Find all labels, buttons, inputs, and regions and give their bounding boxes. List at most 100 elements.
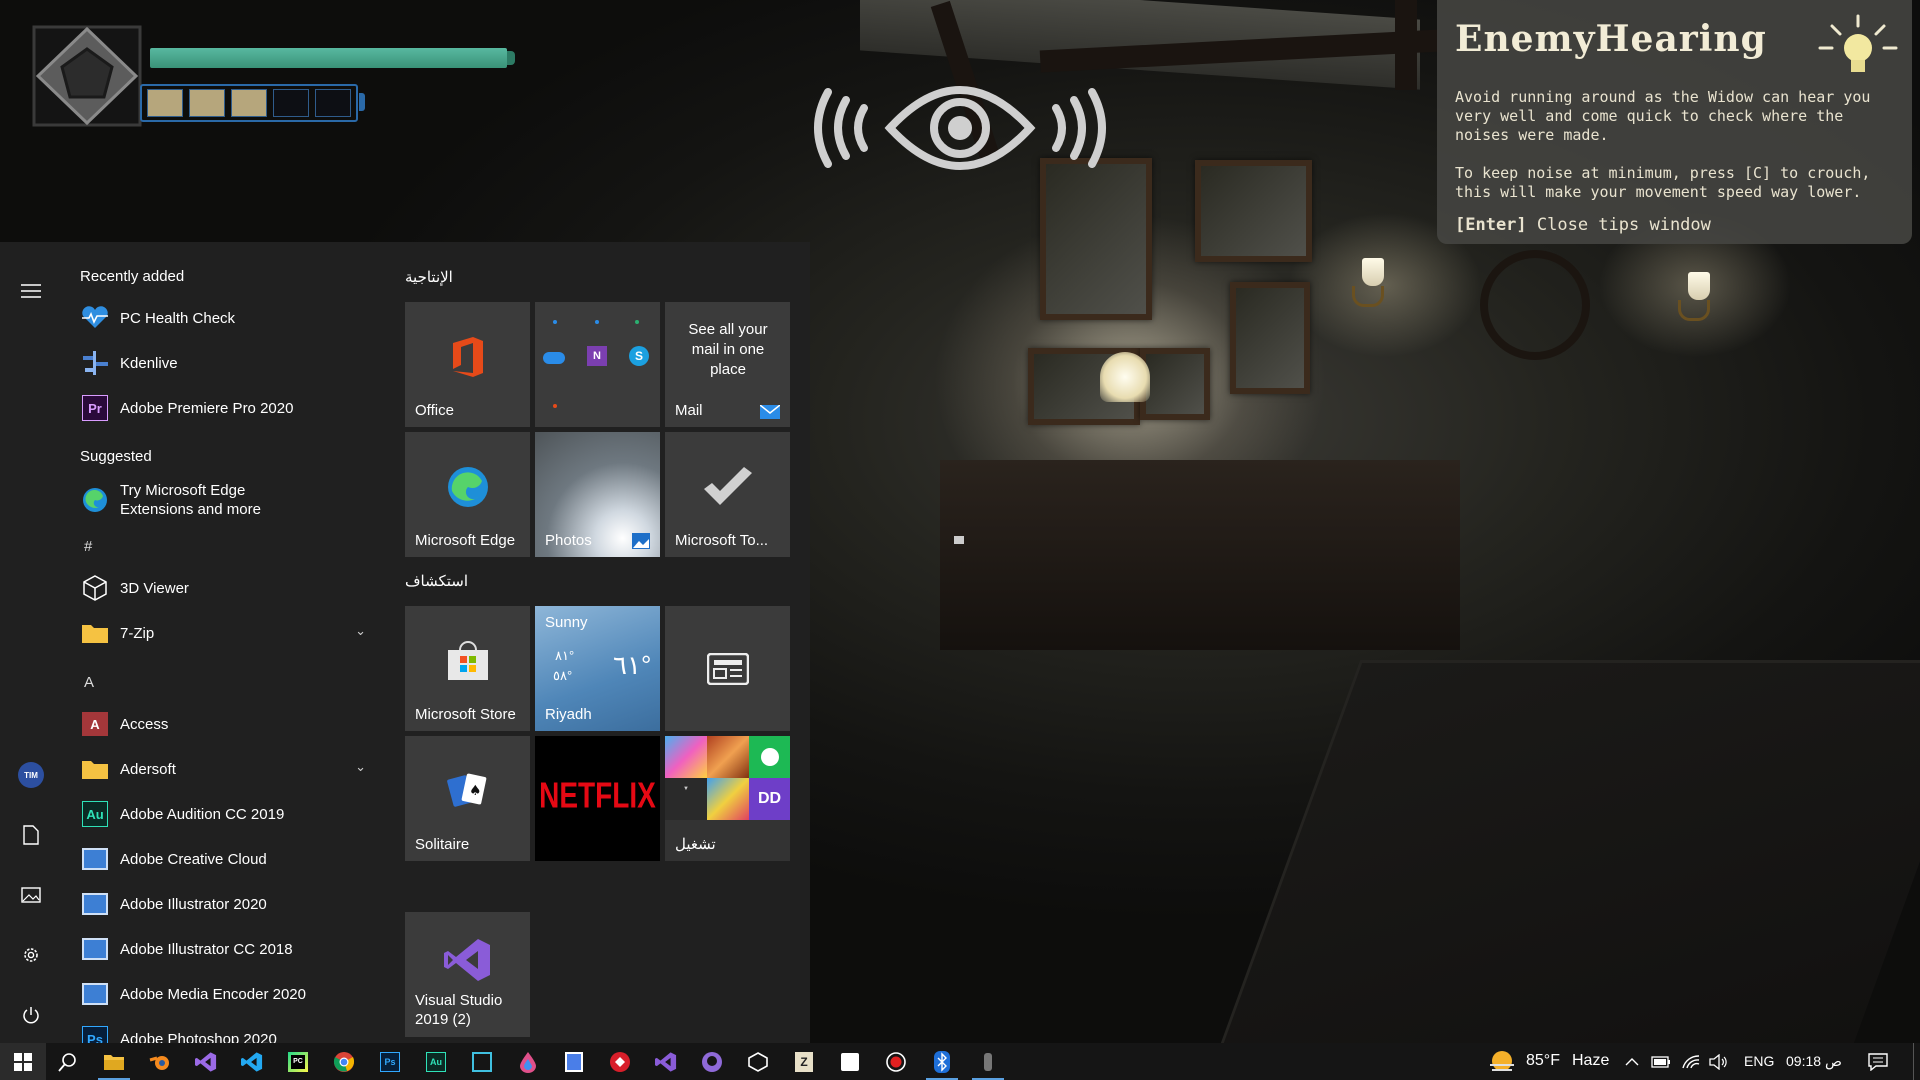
taskbar-vscode[interactable]: [230, 1043, 274, 1080]
start-button[interactable]: [0, 1043, 46, 1080]
settings-button[interactable]: [12, 936, 50, 974]
cards-icon: ♠: [446, 773, 486, 807]
tile-todo[interactable]: Microsoft To...: [665, 432, 790, 557]
taskbar-pycharm[interactable]: PC: [276, 1043, 320, 1080]
hamburger-menu-button[interactable]: [12, 272, 50, 310]
chevron-down-icon[interactable]: ⌄: [355, 623, 366, 639]
tile-label: Office: [415, 402, 454, 419]
show-hidden-icons-button[interactable]: [1620, 1043, 1644, 1080]
kdenlive-icon: [80, 348, 110, 378]
taskbar-app-red[interactable]: [598, 1043, 642, 1080]
taskbar-blender[interactable]: [138, 1043, 182, 1080]
suggested-item-edge[interactable]: Try Microsoft Edge Extensions and more: [80, 478, 380, 522]
taskbar-github[interactable]: [690, 1043, 734, 1080]
app-item-illustrator-2020[interactable]: Adobe Illustrator 2020: [80, 886, 380, 922]
action-center-button[interactable]: [1858, 1043, 1898, 1080]
tile-edge[interactable]: Microsoft Edge: [405, 432, 530, 557]
game-thumb-friends: [707, 778, 749, 820]
user-avatar-button[interactable]: TIM: [12, 756, 50, 794]
taskbar-visual-studio-2[interactable]: [644, 1043, 688, 1080]
app-item-media-encoder[interactable]: Adobe Media Encoder 2020: [80, 976, 380, 1012]
taskbar-app-unity-hub[interactable]: [828, 1043, 872, 1080]
picture-frame: [1230, 282, 1310, 394]
app-item-kdenlive[interactable]: Kdenlive: [80, 345, 380, 381]
weather-condition[interactable]: Haze: [1572, 1052, 1609, 1070]
visual-studio-icon: [655, 1051, 677, 1072]
taskbar-visual-studio[interactable]: [184, 1043, 228, 1080]
vscode-icon: [241, 1051, 263, 1072]
tile-weather[interactable]: Sunny ٨١° ٥٨° ٦١° Riyadh: [535, 606, 660, 731]
network-button[interactable]: [1678, 1043, 1704, 1080]
dolby-icon: DD: [749, 778, 790, 820]
taskbar-game[interactable]: [966, 1043, 1010, 1080]
tile-office[interactable]: Office: [405, 302, 530, 427]
app-item-creative-cloud[interactable]: Adobe Creative Cloud: [80, 841, 380, 877]
battery-button[interactable]: [1648, 1043, 1674, 1080]
search-icon: [58, 1052, 76, 1072]
tile-netflix[interactable]: NETFLIX: [535, 736, 660, 861]
taskbar-app-book[interactable]: [552, 1043, 596, 1080]
scanner-icon: [472, 1051, 492, 1072]
tile-group-header[interactable]: الإنتاجية: [405, 268, 453, 286]
taskbar-unity[interactable]: [736, 1043, 780, 1080]
app-label: Adobe Illustrator CC 2018: [120, 940, 293, 958]
taskbar-chrome[interactable]: [322, 1043, 366, 1080]
speaker-icon: [1709, 1053, 1727, 1070]
app-label: Kdenlive: [120, 354, 178, 372]
tile-area: الإنتاجية Office N S See all your mail i…: [405, 242, 805, 1043]
app-item-illustrator-cc-2018[interactable]: Adobe Illustrator CC 2018: [80, 931, 380, 967]
premiere-pro-icon: Pr: [80, 393, 110, 423]
close-tips-button[interactable]: [Enter] Close tips window: [1455, 215, 1711, 235]
tile-label: Riyadh: [545, 706, 592, 723]
avatar: TIM: [18, 762, 44, 788]
mail-tile-text: See all your mail in one place: [688, 321, 768, 378]
taskbar-app-drop[interactable]: [506, 1043, 550, 1080]
weather-temp[interactable]: 85°F: [1526, 1052, 1560, 1070]
letter-header-hash[interactable]: #: [84, 538, 92, 555]
app-item-pc-health-check[interactable]: PC Health Check: [80, 300, 380, 336]
volume-button[interactable]: [1706, 1043, 1732, 1080]
tile-mail[interactable]: See all your mail in one place Mail: [665, 302, 790, 427]
folder-adersoft[interactable]: Adersoft ⌄: [80, 751, 380, 787]
search-button[interactable]: [46, 1043, 90, 1080]
taskbar-file-explorer[interactable]: [92, 1043, 136, 1080]
app-item-photoshop[interactable]: Ps Adobe Photoshop 2020: [80, 1021, 380, 1043]
taskbar-app-z[interactable]: Z: [782, 1043, 826, 1080]
spotify-icon: [749, 736, 790, 778]
app-label: Adobe Illustrator 2020: [120, 895, 267, 913]
pictures-button[interactable]: [12, 876, 50, 914]
tile-play-folder[interactable]: ▼ DD تشغيل: [665, 736, 790, 861]
app-item-premiere-pro[interactable]: Pr Adobe Premiere Pro 2020: [80, 390, 380, 426]
folder-7-zip[interactable]: 7-Zip ⌄: [80, 615, 380, 651]
power-button[interactable]: [12, 996, 50, 1034]
tile-store[interactable]: Microsoft Store: [405, 606, 530, 731]
language-indicator[interactable]: ENG: [1744, 1053, 1774, 1069]
svg-text:♠: ♠: [469, 783, 482, 799]
taskbar-bluetooth[interactable]: [920, 1043, 964, 1080]
app-item-audition[interactable]: Au Adobe Audition CC 2019: [80, 796, 380, 832]
app-item-access[interactable]: A Access: [80, 706, 380, 742]
lightbulb-icon: [1818, 14, 1898, 72]
tile-photos[interactable]: Photos: [535, 432, 660, 557]
audition-icon: Au: [80, 799, 110, 829]
clock[interactable]: 09:18 ص: [1786, 1053, 1842, 1070]
taskbar-app-camera[interactable]: [460, 1043, 504, 1080]
taskbar-photoshop[interactable]: Ps: [368, 1043, 412, 1080]
taskbar-audition[interactable]: Au: [414, 1043, 458, 1080]
taskbar-recorder[interactable]: [874, 1043, 918, 1080]
show-desktop-button[interactable]: [1913, 1043, 1920, 1080]
documents-button[interactable]: [12, 816, 50, 854]
tile-folder-apps[interactable]: N S: [535, 302, 660, 427]
tile-visual-studio[interactable]: Visual Studio 2019 (2): [405, 912, 530, 1037]
app-item-3d-viewer[interactable]: 3D Viewer: [80, 570, 380, 606]
chevron-down-icon[interactable]: ⌄: [355, 759, 366, 775]
tile-solitaire[interactable]: ♠ Solitaire: [405, 736, 530, 861]
tile-news[interactable]: [665, 606, 790, 731]
letter-header-a[interactable]: A: [84, 674, 94, 691]
access-icon: A: [80, 709, 110, 739]
app-list: Recently added PC Health Check Kdenlive …: [62, 242, 382, 1043]
chevron-up-icon: [1625, 1057, 1639, 1065]
weather-temp: ٦١°: [613, 650, 652, 680]
tile-group-header[interactable]: استكشاف: [405, 572, 468, 590]
tile-label: Microsoft Store: [415, 706, 516, 723]
